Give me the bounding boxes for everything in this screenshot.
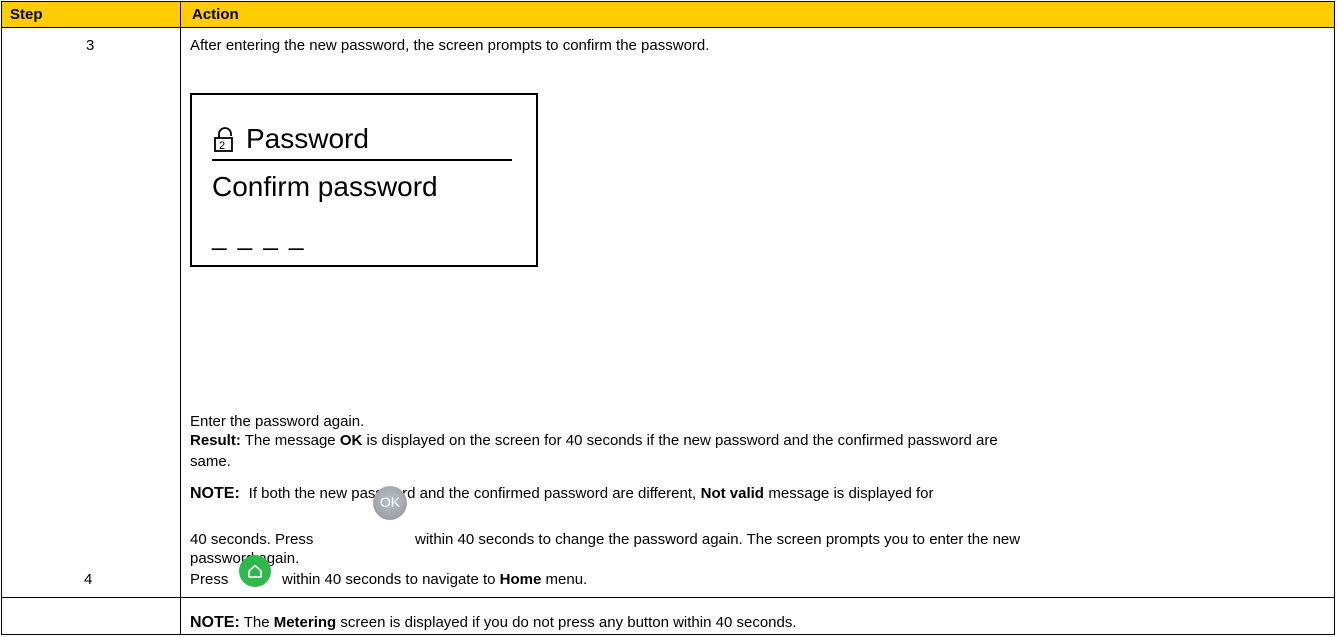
result-post: is displayed on the screen for 40 second… (366, 432, 998, 449)
step4-press-pre: Press (190, 571, 229, 588)
home-icon (248, 564, 262, 578)
header-action: Action (192, 6, 239, 23)
lock-icon: 2 (214, 127, 233, 152)
svg-text:2: 2 (219, 140, 225, 152)
step4-note-line: NOTE: The Metering screen is displayed i… (190, 613, 797, 632)
result-label: Result: (190, 432, 241, 449)
step4-note-pre: The (243, 614, 270, 631)
home-button-icon (239, 555, 271, 587)
header-step: Step (10, 6, 43, 23)
step4-press: within 40 seconds to navigate to Home me… (282, 570, 587, 589)
step3-note-line2-pre: 40 seconds. Press (190, 531, 314, 548)
screen-title: Password (246, 123, 369, 154)
password-entry: _ _ _ _ (212, 221, 306, 251)
result-pre: The message (244, 432, 336, 449)
press-tail: menu. (545, 571, 588, 588)
step3-instruction: Enter the password again. (190, 413, 365, 430)
home-bold: Home (499, 571, 542, 588)
device-screen: 2 Password Confirm password _ _ _ _ (190, 93, 538, 267)
step-number-3: 3 (86, 37, 95, 54)
ok-button-icon: OK (373, 486, 407, 520)
step3-intro: After entering the new password, the scr… (190, 37, 710, 54)
step4-note-bold: Metering (273, 614, 337, 631)
step4-note-label: NOTE: (190, 614, 240, 631)
note-bold: Not valid (700, 485, 764, 502)
note-pre: If both the new password and the confirm… (248, 485, 697, 502)
press-post: within 40 seconds to navigate to (282, 571, 496, 588)
note-post: message is displayed for (768, 485, 934, 502)
result-ok: OK (339, 432, 363, 449)
screen-rule (212, 159, 512, 161)
step3-note-line2-post: within 40 seconds to change the password… (415, 531, 1021, 548)
step4-note-post: screen is displayed if you do not press … (340, 614, 797, 631)
step3-result: Result: The message OK is displayed on t… (190, 431, 998, 450)
step3-result-line2: same. (190, 453, 231, 470)
column-divider (180, 2, 181, 634)
screen-subtitle: Confirm password (212, 171, 438, 202)
step-number-4: 4 (84, 571, 93, 588)
table-header: Step Action (2, 2, 1334, 28)
note-label: NOTE: (190, 485, 240, 502)
step3-note: NOTE: If both the new password and the c… (190, 484, 934, 503)
row-divider (2, 597, 1334, 598)
